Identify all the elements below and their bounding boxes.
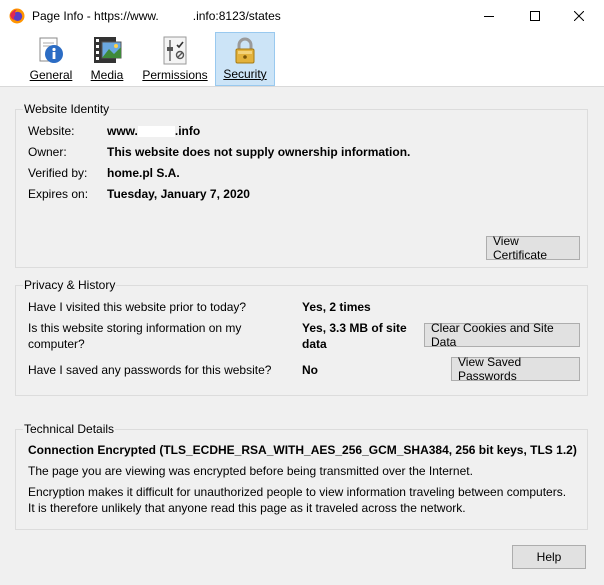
connection-encrypted-text: Connection Encrypted (TLS_ECDHE_RSA_WITH… <box>28 443 577 457</box>
passwords-question: Have I saved any passwords for this webs… <box>28 363 272 377</box>
view-saved-passwords-button[interactable]: View Saved Passwords <box>451 355 580 383</box>
permissions-icon <box>163 36 187 65</box>
title-suffix: .info:8123/states <box>192 9 281 23</box>
close-icon <box>574 11 584 21</box>
window-title: Page Info - https://www. .info:8123/state… <box>32 9 281 23</box>
encryption-paragraph-1: The page you are viewing was encrypted b… <box>28 464 473 478</box>
tab-permissions-label: Permissions <box>142 68 208 82</box>
visited-question: Have I visited this website prior to tod… <box>28 300 247 314</box>
redacted-domain <box>137 126 175 138</box>
passwords-answer: No <box>302 363 318 377</box>
verified-label: Verified by: <box>28 166 88 180</box>
expires-value: Tuesday, January 7, 2020 <box>107 187 250 201</box>
help-button[interactable]: Help <box>512 545 586 569</box>
tab-security-label: Security <box>223 67 267 81</box>
privacy-history-title: Privacy & History <box>23 278 117 292</box>
lock-icon <box>235 37 255 64</box>
tab-permissions[interactable]: Permissions <box>140 32 210 86</box>
website-value: www. .info <box>107 124 200 138</box>
title-prefix: Page Info - https://www. <box>32 9 159 23</box>
storing-question-line1: Is this website storing information on m… <box>28 321 242 335</box>
website-label: Website: <box>28 124 75 138</box>
tab-media[interactable]: Media <box>84 32 130 86</box>
storing-question-line2: computer? <box>28 337 85 351</box>
website-suffix: .info <box>174 124 201 138</box>
clear-cookies-button[interactable]: Clear Cookies and Site Data <box>424 321 580 349</box>
owner-label: Owner: <box>28 145 67 159</box>
verified-value: home.pl S.A. <box>107 166 180 180</box>
tab-general-label: General <box>29 68 73 82</box>
info-icon <box>39 37 63 63</box>
tab-media-label: Media <box>90 68 124 82</box>
maximize-icon <box>530 11 540 21</box>
privacy-history-group: Privacy & History Have I visited this we… <box>15 278 588 396</box>
encryption-paragraph-2-line2: It is therefore unlikely that anyone rea… <box>28 501 466 515</box>
tab-toolbar: General Media Permissions Security <box>0 32 604 87</box>
storing-answer-line2: data <box>302 337 327 351</box>
owner-value: This website does not supply ownership i… <box>107 145 411 159</box>
tab-security[interactable]: Security <box>215 32 275 86</box>
minimize-button[interactable] <box>466 0 512 32</box>
expires-label: Expires on: <box>28 187 89 201</box>
encryption-paragraph-2-line1: Encryption makes it difficult for unauth… <box>28 485 567 499</box>
website-identity-group: Website Identity Website: www. .info Owne… <box>15 102 588 268</box>
maximize-button[interactable] <box>512 0 558 32</box>
media-icon <box>94 37 122 63</box>
view-certificate-button[interactable]: View Certificate <box>486 234 580 262</box>
visited-answer: Yes, 2 times <box>302 300 371 314</box>
website-identity-title: Website Identity <box>23 102 111 116</box>
firefox-icon <box>9 8 25 24</box>
storing-answer-line1: Yes, 3.3 MB of site <box>302 321 407 335</box>
minimize-icon <box>484 16 494 17</box>
close-button[interactable] <box>556 0 602 32</box>
tab-general[interactable]: General <box>25 32 77 86</box>
technical-details-title: Technical Details <box>23 422 116 436</box>
redacted-domain <box>158 9 193 20</box>
website-prefix: www. <box>107 124 138 138</box>
title-bar: Page Info - https://www. .info:8123/state… <box>0 0 604 33</box>
